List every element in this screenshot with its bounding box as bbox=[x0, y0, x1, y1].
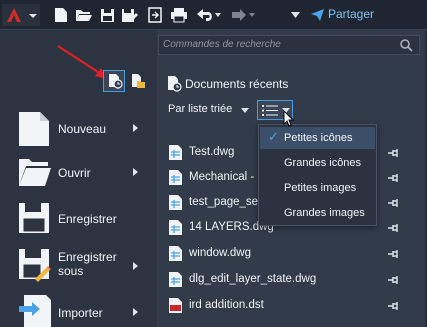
save-as-icon bbox=[122, 8, 138, 22]
menu-item-import[interactable]: Importer bbox=[0, 292, 157, 327]
submenu-arrow-icon bbox=[133, 124, 138, 132]
open-icon bbox=[76, 10, 92, 21]
share-icon bbox=[310, 9, 324, 21]
file-name: dlg_edit_layer_state.dwg bbox=[189, 273, 317, 285]
redo-icon bbox=[232, 9, 255, 21]
new-button[interactable] bbox=[52, 5, 70, 25]
dwg-file-icon bbox=[169, 145, 182, 160]
pin-icon[interactable] bbox=[388, 223, 400, 233]
submenu-arrow-icon bbox=[133, 168, 138, 176]
recent-documents-title: Documents récents bbox=[185, 77, 289, 91]
submenu-arrow-icon bbox=[133, 262, 138, 270]
menu-option-small-images[interactable]: Petites images bbox=[260, 177, 375, 199]
autocad-app-icon bbox=[7, 8, 37, 22]
file-name: Mechanical - bbox=[189, 171, 255, 183]
sort-by-label: Par liste triée bbox=[168, 103, 233, 115]
menu-item-save-as-label: Enregistrer sous bbox=[58, 250, 117, 278]
pin-icon[interactable] bbox=[388, 173, 400, 183]
publish-icon bbox=[148, 7, 162, 23]
recent-file-item[interactable]: ird addition.dst bbox=[168, 296, 398, 316]
view-mode-menu: ✓ Petites icônes Grandes icônes Petites … bbox=[258, 124, 377, 226]
save-disk-icon bbox=[19, 203, 49, 233]
open-documents-toggle-button[interactable] bbox=[127, 70, 149, 92]
search-commands-field[interactable]: Commandes de recherche bbox=[158, 35, 420, 55]
dwg-file-icon bbox=[169, 272, 182, 287]
dst-file-icon bbox=[169, 298, 182, 313]
open-documents-icon bbox=[132, 74, 145, 88]
new-document-icon bbox=[19, 112, 49, 146]
menu-item-import-label: Importer bbox=[58, 306, 103, 320]
menu-option-large-icons[interactable]: Grandes icônes bbox=[260, 152, 375, 174]
customize-icon bbox=[290, 12, 300, 18]
option-label: Grandes images bbox=[284, 207, 365, 219]
option-label: Grandes icônes bbox=[284, 157, 362, 169]
customize-toolbar-button[interactable] bbox=[289, 5, 301, 25]
undo-button[interactable] bbox=[194, 5, 224, 25]
dwg-file-icon bbox=[169, 170, 182, 185]
menu-item-save-as[interactable]: Enregistrer sous bbox=[0, 244, 157, 290]
file-name: window.dwg bbox=[189, 247, 252, 259]
mouse-cursor-icon bbox=[283, 110, 295, 127]
file-name: ird addition.dst bbox=[189, 299, 264, 311]
quick-access-toolbar: Partager bbox=[0, 0, 427, 30]
submenu-arrow-icon bbox=[133, 308, 138, 316]
save-button[interactable] bbox=[98, 5, 116, 25]
list-view-icon bbox=[262, 105, 278, 116]
pin-icon[interactable] bbox=[388, 249, 400, 259]
open-button[interactable] bbox=[74, 5, 94, 25]
sort-by-dropdown[interactable]: Par liste triée bbox=[166, 100, 254, 118]
recent-documents-icon bbox=[109, 74, 123, 89]
annotation-arrow bbox=[57, 45, 107, 79]
option-label: Petites images bbox=[284, 182, 357, 194]
open-folder-icon bbox=[19, 159, 51, 186]
menu-item-new-label: Nouveau bbox=[58, 122, 107, 136]
option-label: Petites icônes bbox=[284, 132, 353, 144]
recent-documents-toggle-button[interactable] bbox=[103, 70, 125, 92]
save-icon bbox=[100, 8, 114, 22]
chevron-down-icon bbox=[241, 108, 249, 113]
menu-item-save-label: Enregistrer bbox=[58, 212, 117, 226]
save-as-button[interactable] bbox=[120, 5, 140, 25]
pin-icon[interactable] bbox=[388, 198, 400, 208]
menu-item-open[interactable]: Ouvrir bbox=[0, 154, 157, 194]
import-icon bbox=[19, 295, 51, 327]
share-button[interactable] bbox=[309, 5, 325, 25]
recent-documents-header-icon bbox=[168, 76, 182, 92]
print-button[interactable] bbox=[169, 5, 189, 25]
menu-option-large-images[interactable]: Grandes images bbox=[260, 202, 375, 224]
dwg-file-icon bbox=[169, 195, 182, 210]
checkmark-icon: ✓ bbox=[268, 129, 279, 144]
share-label[interactable]: Partager bbox=[328, 7, 374, 21]
print-icon bbox=[171, 8, 187, 23]
menu-item-new[interactable]: Nouveau bbox=[0, 110, 157, 150]
dwg-file-icon bbox=[169, 246, 182, 261]
redo-button[interactable] bbox=[228, 5, 258, 25]
menu-item-save[interactable]: Enregistrer bbox=[0, 198, 157, 238]
publish-button[interactable] bbox=[146, 5, 164, 25]
pin-icon[interactable] bbox=[388, 275, 400, 285]
save-as-disk-icon bbox=[19, 249, 51, 282]
application-menu-button[interactable] bbox=[2, 4, 40, 26]
dwg-file-icon bbox=[169, 220, 182, 235]
search-icon[interactable] bbox=[400, 39, 413, 52]
recent-file-item[interactable]: window.dwg bbox=[168, 244, 398, 264]
new-icon bbox=[55, 8, 67, 22]
menu-option-small-icons[interactable]: ✓ Petites icônes bbox=[260, 127, 375, 149]
file-name: test_page_set bbox=[189, 196, 262, 208]
recent-file-item[interactable]: dlg_edit_layer_state.dwg bbox=[168, 270, 398, 290]
undo-icon bbox=[197, 9, 221, 21]
pin-icon[interactable] bbox=[388, 148, 400, 158]
file-name: Test.dwg bbox=[189, 146, 235, 158]
menu-item-open-label: Ouvrir bbox=[58, 166, 91, 180]
pin-icon[interactable] bbox=[388, 301, 400, 311]
search-placeholder: Commandes de recherche bbox=[163, 39, 281, 50]
